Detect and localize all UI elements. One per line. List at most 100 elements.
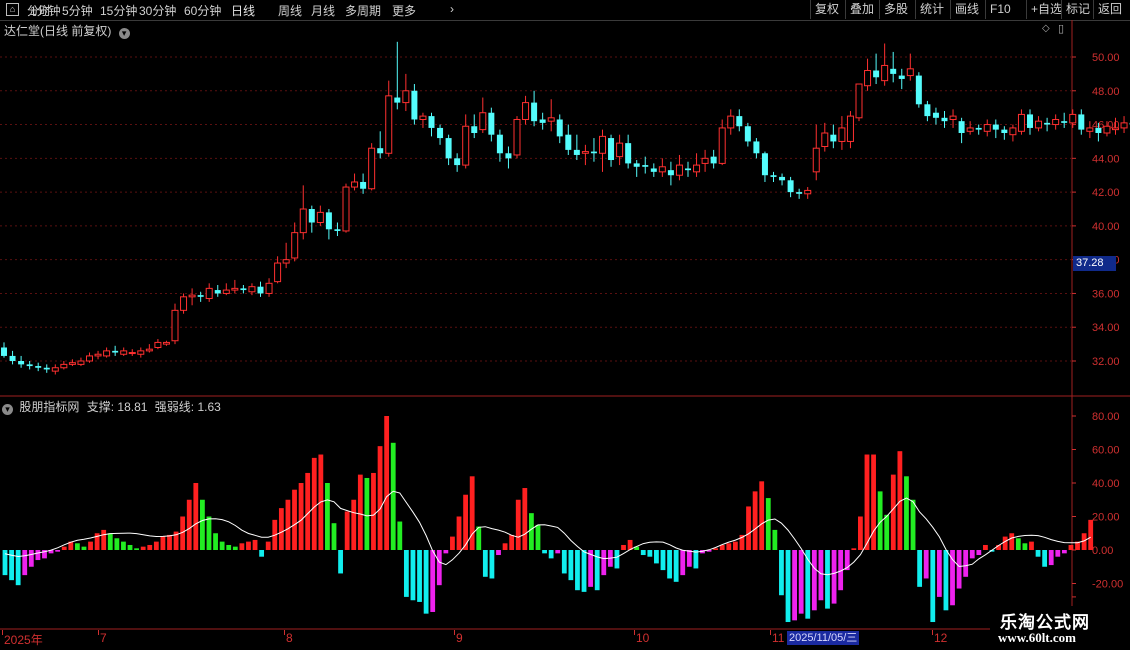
watermark-url: www.60lt.com <box>998 630 1076 645</box>
indicator-bar <box>693 550 699 569</box>
period-tab-6[interactable]: 日线 <box>231 2 255 19</box>
period-tab-5[interactable]: 60分钟 <box>184 2 221 19</box>
candle-up <box>1069 113 1077 124</box>
candle-down <box>428 116 435 128</box>
indicator-bar <box>186 499 192 550</box>
indicator-bar <box>325 483 330 550</box>
period-tab-7[interactable]: 周线 <box>278 2 302 19</box>
indicator-bar <box>851 548 857 550</box>
candle-up <box>385 95 393 154</box>
toolbar-button-8[interactable]: 返回 <box>1093 0 1126 19</box>
date-label: 9 <box>456 631 463 645</box>
candle-down <box>1061 121 1068 123</box>
candle-up <box>599 135 606 154</box>
chevron-down-icon[interactable]: ▾ <box>118 28 130 39</box>
window-icon[interactable]: ▯ <box>1058 22 1064 35</box>
indicator-bar <box>680 550 686 576</box>
indicator-bar <box>983 544 988 550</box>
candle-down <box>873 70 880 78</box>
candle-up <box>162 341 170 345</box>
indicator-tick-label: 20.00 <box>1092 512 1120 524</box>
indicator-bar <box>950 550 955 606</box>
indicator-bar <box>522 488 528 550</box>
candle-down <box>932 112 939 118</box>
more-arrow-icon[interactable]: › <box>450 2 454 16</box>
period-tab-10[interactable]: 更多 <box>392 2 416 19</box>
candle-up <box>231 287 239 291</box>
price-tick-label: 40.00 <box>1092 221 1120 233</box>
indicator-legend: ▾ 股朋指标网 支撑: 18.81 强弱线: 1.63 <box>2 398 221 415</box>
toolbar-button-6[interactable]: +自选 <box>1026 0 1066 19</box>
candle-up <box>274 262 282 283</box>
candle-down <box>531 102 538 122</box>
candle-down <box>787 180 794 193</box>
candle-up <box>94 353 102 357</box>
indicator-bar <box>219 541 225 550</box>
indicator-bar <box>732 541 738 550</box>
indicator-bar <box>614 550 620 569</box>
indicator-bar <box>397 521 403 550</box>
period-tab-9[interactable]: 多周期 <box>345 2 381 19</box>
indicator-bar <box>785 550 791 623</box>
indicator-bar <box>285 499 291 550</box>
period-tab-8[interactable]: 月线 <box>311 2 335 19</box>
strength-value: 1.63 <box>197 400 221 414</box>
toolbar-button-4[interactable]: 画线 <box>950 0 983 19</box>
chevron-down-icon[interactable]: ▾ <box>2 404 13 415</box>
candle-down <box>539 119 546 123</box>
candle-down <box>377 148 384 154</box>
indicator-bar <box>410 550 416 601</box>
indicator-bar <box>621 544 626 550</box>
indicator-bar <box>259 550 265 557</box>
date-tick <box>284 630 285 635</box>
indicator-bar <box>660 550 666 571</box>
toolbar-button-7[interactable]: 标记 <box>1061 0 1094 19</box>
diamond-icon[interactable]: ◇ <box>1042 23 1050 34</box>
candle-up <box>351 181 359 188</box>
indicator-bar <box>765 498 771 550</box>
candle-down <box>573 149 580 155</box>
toolbar-button-2[interactable]: 多股 <box>879 0 912 19</box>
date-tick <box>98 630 99 635</box>
indicator-bar <box>160 536 166 550</box>
period-toolbar: 分时 1分钟 5分钟 15分钟 30分钟 60分钟 日线 周线 月线 多周期 更多 ⌂ › 复权 叠加 多股统… <box>0 0 1130 21</box>
toolbar-button-3[interactable]: 统计 <box>915 0 948 19</box>
candle-down <box>556 119 563 137</box>
toolbar-button-0[interactable]: 复权 <box>810 0 843 19</box>
toolbar-button-1[interactable]: 叠加 <box>845 0 878 19</box>
indicator-bar <box>246 541 251 550</box>
toolbar-button-5[interactable]: F10 <box>985 0 1015 19</box>
indicator-tick-label: 60.00 <box>1092 445 1120 457</box>
indicator-bar <box>344 511 350 550</box>
candle-down <box>924 104 931 117</box>
indicator-bar <box>930 550 936 623</box>
indicator-bar <box>147 544 153 550</box>
indicator-bar <box>1015 538 1021 550</box>
indicator-bar <box>759 481 765 550</box>
candle-down <box>496 134 503 154</box>
candle-down <box>334 229 341 231</box>
indicator-bar <box>529 513 534 550</box>
support-label: 支撑: <box>86 400 115 414</box>
period-tab-2[interactable]: 5分钟 <box>62 2 93 19</box>
indicator-bar <box>601 550 607 576</box>
candle-down <box>744 126 751 142</box>
candle-up <box>51 367 59 372</box>
candle-up <box>282 259 290 264</box>
candle-down <box>214 290 221 294</box>
indicator-bar <box>278 508 284 550</box>
candle-down <box>394 97 401 103</box>
period-tab-4[interactable]: 30分钟 <box>139 2 176 19</box>
chart-area[interactable]: 50.0048.0046.0044.0042.0040.0038.0036.00… <box>0 20 1130 630</box>
candle-down <box>753 141 760 154</box>
indicator-bar <box>667 550 672 579</box>
candle-up <box>1009 127 1017 136</box>
candle-up <box>402 90 410 104</box>
period-tab-3[interactable]: 15分钟 <box>100 2 137 19</box>
indicator-bar <box>956 550 962 589</box>
chart-canvas[interactable]: 50.0048.0046.0044.0042.0040.0038.0036.00… <box>0 20 1130 630</box>
indicator-bar <box>502 543 508 550</box>
candle-up <box>727 115 735 129</box>
period-tab-1[interactable]: 1分钟 <box>30 2 61 19</box>
home-icon[interactable]: ⌂ <box>6 1 19 16</box>
